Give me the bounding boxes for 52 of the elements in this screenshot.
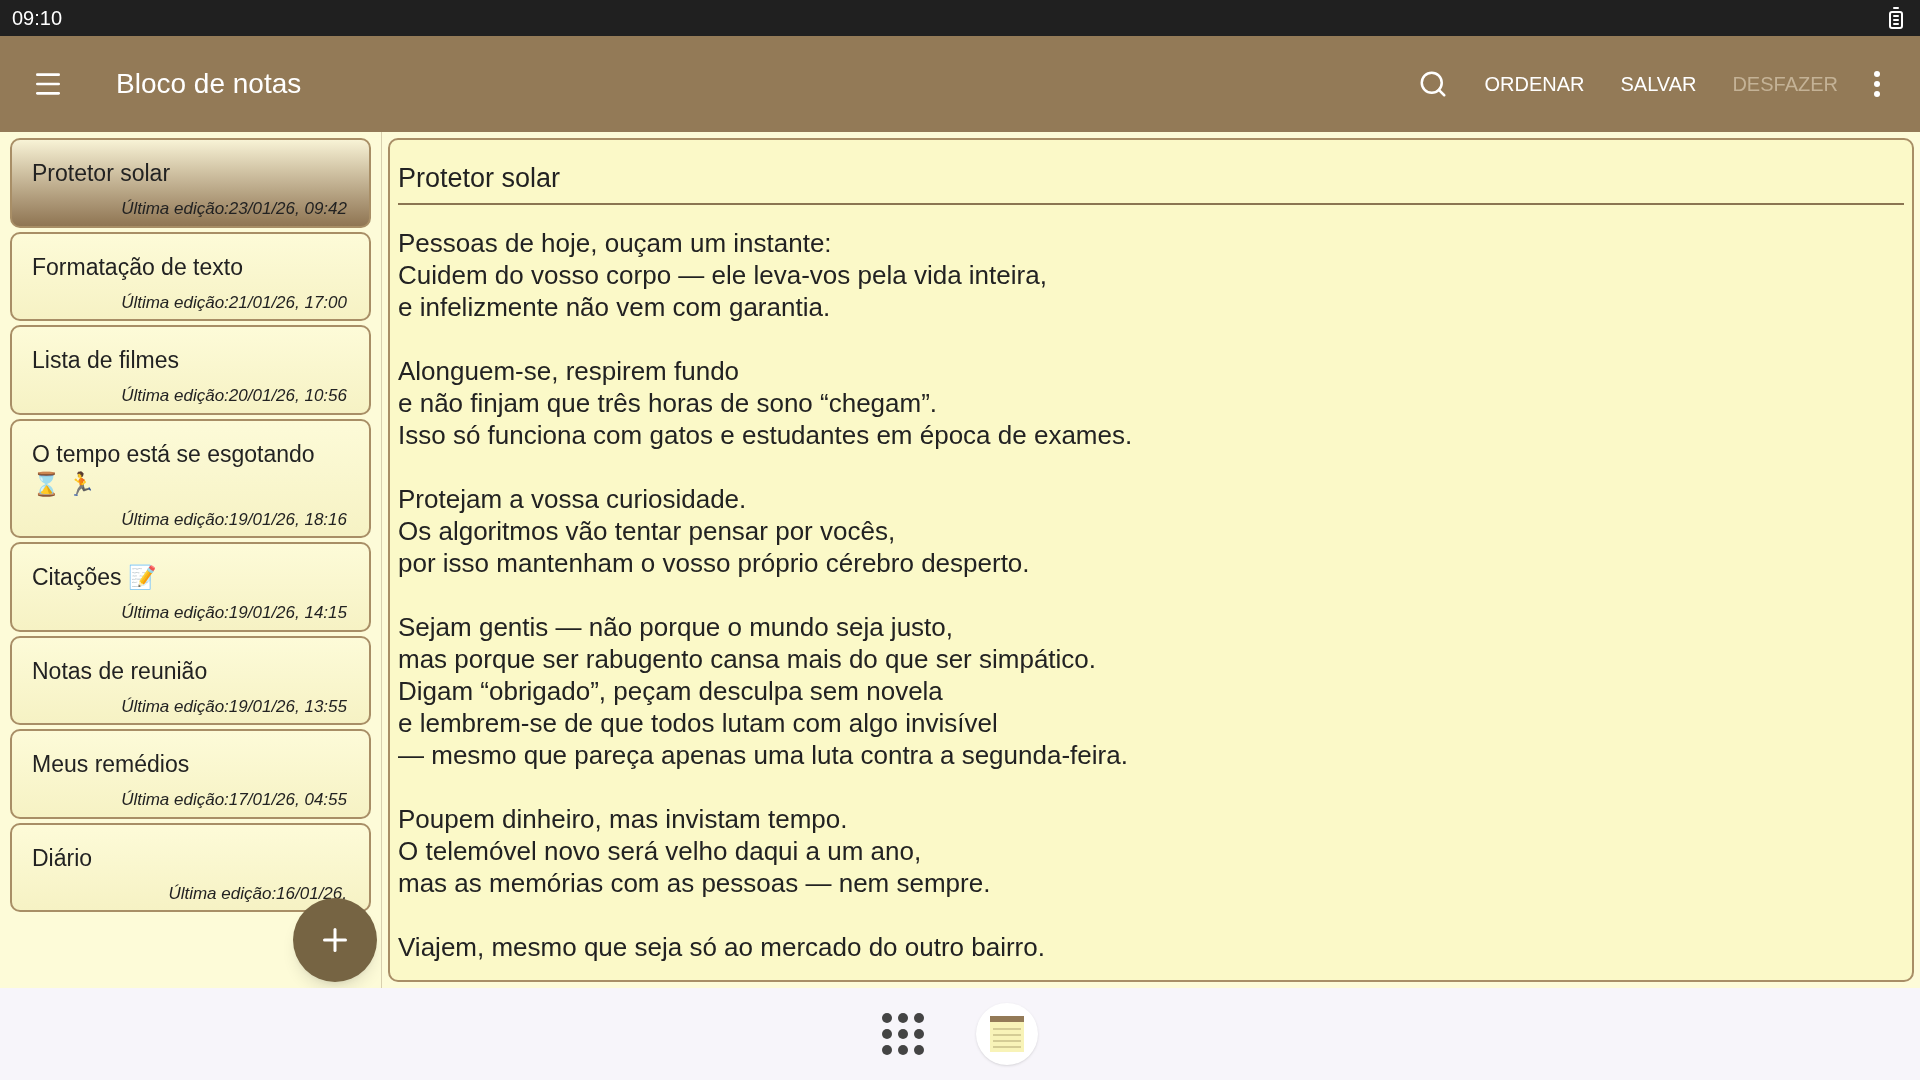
editor-text-line: Poupem dinheiro, mas invistam tempo. bbox=[398, 802, 849, 835]
editor-text-line: Pessoas de hoje, ouçam um instante: bbox=[398, 226, 833, 259]
note-card[interactable]: Notas de reunião Última edição:19/01/26, 13:55 bbox=[10, 635, 371, 725]
editor-text-line: Cuidem do vosso corpo — ele leva-vos pela vida inteira, bbox=[398, 258, 1048, 291]
note-card[interactable]: Lista de filmes Última edição:20/01/26, 10:56 bbox=[10, 325, 371, 415]
editor-text-line: Sejam gentis — não porque o mundo seja justo, bbox=[398, 610, 954, 643]
note-title: Lista de filmes bbox=[32, 346, 179, 375]
editor-text-line: mas porque ser rabugento cansa mais do que ser simpático. bbox=[398, 642, 1098, 675]
editor-title: Protetor solar bbox=[398, 158, 1904, 205]
note-card[interactable]: Citações 📝 Última edição:19/01/26, 14:15 bbox=[10, 542, 371, 632]
more-icon bbox=[1874, 71, 1880, 97]
note-edited: Última edição:20/01/26, 10:56 bbox=[121, 385, 348, 407]
note-title: Diário bbox=[32, 843, 93, 873]
notepad-app-button[interactable] bbox=[976, 1003, 1038, 1065]
note-edited: Última edição:19/01/26, 13:55 bbox=[121, 695, 348, 718]
note-card[interactable]: Protetor solar Última edição:23/01/26, 09:42 bbox=[10, 138, 371, 228]
toolbar-button[interactable]: ORDENAR bbox=[1476, 61, 1593, 107]
note-card[interactable]: O tempo está se esgotando ⌛ 🏃 Última edição:19/01/26, 18:16 bbox=[10, 418, 371, 538]
note-title: O tempo está se esgotando ⌛ 🏃 bbox=[32, 439, 316, 499]
note-title: Protetor solar bbox=[32, 159, 171, 188]
notepad-icon bbox=[990, 1016, 1024, 1052]
note-title: Notas de reunião bbox=[32, 656, 208, 686]
app-title: Bloco de notas bbox=[116, 67, 302, 101]
editor-text-line: Isso só funciona com gatos e estudantes em época de exames. bbox=[398, 418, 1134, 451]
note-edited: Última edição:19/01/26, 18:16 bbox=[121, 508, 348, 531]
note-edited: Última edição:19/01/26, 14:15 bbox=[121, 602, 348, 624]
note-edited: Última edição:21/01/26, 17:00 bbox=[121, 291, 348, 314]
note-edited: Última edição:16/01/26, bbox=[168, 882, 348, 905]
status-time: 09:10 bbox=[12, 6, 63, 31]
editor-text-line: Os algoritmos vão tentar pensar por vocês, bbox=[398, 514, 897, 547]
editor-text-line: e não finjam que três horas de sono “chegam”. bbox=[398, 386, 939, 419]
toolbar-button[interactable]: SALVAR bbox=[1612, 61, 1705, 107]
note-card[interactable]: Diário Última edição:16/01/26, bbox=[10, 822, 371, 912]
editor-text-line: e infelizmente não vem com garantia. bbox=[398, 290, 832, 323]
editor-text-line: por isso mantenham o vosso próprio cérebro desperto. bbox=[398, 546, 1031, 579]
note-edited: Última edição:17/01/26, 04:55 bbox=[121, 789, 348, 811]
editor-text-line: Alonguem-se, respirem fundo bbox=[398, 354, 741, 387]
editor-text-line: e lembrem-se de que todos lutam com algo invisível bbox=[398, 706, 999, 739]
note-edited: Última edição:23/01/26, 09:42 bbox=[121, 198, 348, 220]
note-card[interactable]: Formatação de texto Última edição:21/01/26, 17:00 bbox=[10, 231, 371, 321]
editor-text-line: mas as memórias com as pessoas — nem sempre. bbox=[398, 866, 992, 899]
app-grid-button[interactable] bbox=[882, 1013, 924, 1055]
editor-text-line: Digam “obrigado”, peçam desculpa sem novela bbox=[398, 674, 944, 707]
note-title: Formatação de texto bbox=[32, 252, 243, 282]
editor-text-line: Protejam a vossa curiosidade. bbox=[398, 482, 748, 515]
editor-text-line: O telemóvel novo será velho daqui a um ano, bbox=[398, 834, 923, 867]
editor-text-line: Viajem, mesmo que seja só ao mercado do outro bairro. bbox=[398, 930, 1046, 963]
note-title: Meus remédios bbox=[32, 750, 190, 779]
editor-text-line: — mesmo que pareça apenas uma luta contra a segunda-feira. bbox=[398, 738, 1129, 771]
note-editor[interactable] bbox=[388, 138, 1914, 982]
note-title: Citações 📝 bbox=[32, 563, 157, 592]
note-card[interactable]: Meus remédios Última edição:17/01/26, 04:55 bbox=[10, 729, 371, 819]
